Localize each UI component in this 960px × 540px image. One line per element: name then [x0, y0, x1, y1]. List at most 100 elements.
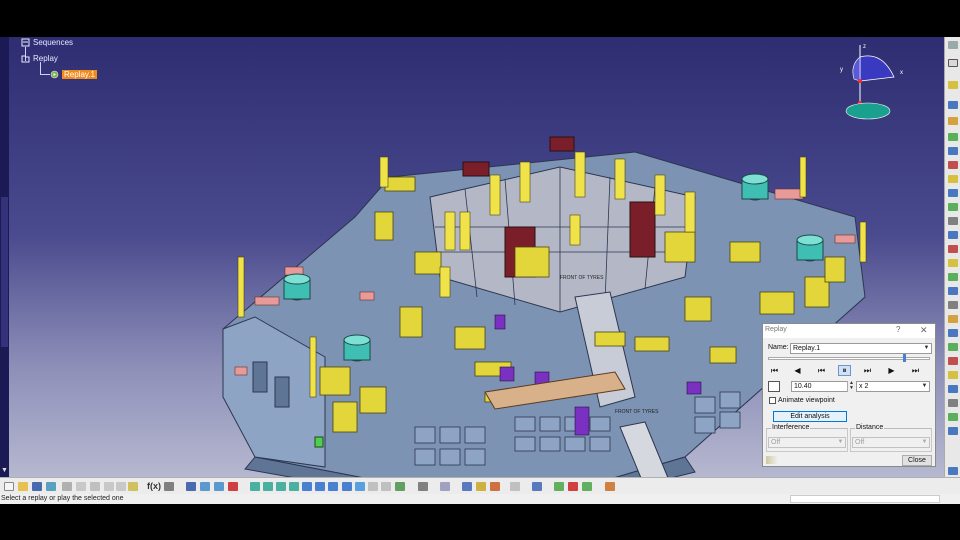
tool-icon[interactable]	[948, 117, 958, 125]
timeline-slider-thumb[interactable]	[903, 354, 906, 362]
scrollbar-thumb[interactable]	[1, 197, 8, 347]
tool-icon[interactable]	[554, 482, 564, 491]
swap-space-icon[interactable]	[381, 482, 391, 491]
tool-icon[interactable]	[395, 482, 405, 491]
open-file-icon[interactable]	[18, 482, 28, 491]
tool-icon[interactable]	[440, 482, 450, 491]
tool-icon[interactable]	[948, 101, 958, 109]
tool-icon[interactable]	[948, 273, 958, 281]
play-backward-button[interactable]: ◀	[791, 365, 804, 376]
grid-icon[interactable]	[186, 482, 196, 491]
tool-icon[interactable]	[510, 482, 520, 491]
tool-icon[interactable]	[948, 175, 958, 183]
tool-icon[interactable]	[568, 482, 578, 491]
undo-icon[interactable]	[104, 482, 114, 491]
tool-icon[interactable]	[418, 482, 428, 491]
loop-mode-icon[interactable]	[768, 381, 780, 392]
redo-icon[interactable]	[116, 482, 126, 491]
tool-icon[interactable]	[948, 301, 958, 309]
tool-icon[interactable]	[532, 482, 542, 491]
tool-icon[interactable]	[948, 287, 958, 295]
step-forward-button[interactable]: ⏭	[861, 365, 874, 376]
speed-select[interactable]: x 2 ▼	[856, 381, 930, 392]
vertical-scrollbar[interactable]: ▼	[0, 37, 9, 477]
play-forward-button[interactable]: ▶	[885, 365, 898, 376]
zoom-out-icon[interactable]	[315, 482, 325, 491]
tool-icon[interactable]	[948, 399, 958, 407]
shading-icon[interactable]	[355, 482, 365, 491]
save-icon[interactable]	[32, 482, 42, 491]
tool-icon[interactable]	[948, 315, 958, 323]
time-input[interactable]: 10.40	[791, 381, 855, 392]
tool-icon[interactable]	[948, 147, 958, 155]
time-spinner[interactable]: ▲ ▼	[847, 381, 855, 392]
paste-icon[interactable]	[90, 482, 100, 491]
tool-icon[interactable]	[948, 427, 958, 435]
step-backward-button[interactable]: ⏮	[815, 365, 828, 376]
help-icon[interactable]: ?	[896, 325, 900, 334]
tool-icon[interactable]	[948, 357, 958, 365]
tool-icon[interactable]	[948, 81, 958, 89]
copy-icon[interactable]	[76, 482, 86, 491]
normal-view-icon[interactable]	[328, 482, 338, 491]
tree-node-sequences[interactable]: Sequences	[21, 38, 73, 47]
tree-node-replay-1[interactable]: Replay.1	[50, 70, 97, 79]
fit-all-icon[interactable]	[263, 482, 273, 491]
tool-icon[interactable]	[582, 482, 592, 491]
tool-icon[interactable]	[948, 161, 958, 169]
interference-select[interactable]: Off ▼	[768, 437, 846, 448]
tool-icon[interactable]	[200, 482, 210, 491]
command-input[interactable]	[790, 495, 940, 503]
tool-icon[interactable]	[948, 259, 958, 267]
tool-icon[interactable]	[490, 482, 500, 491]
scroll-down-icon[interactable]: ▼	[0, 466, 9, 475]
compass-icon[interactable]: x y z	[836, 41, 906, 121]
save-all-icon[interactable]	[46, 482, 56, 491]
replay-name-select[interactable]: Replay.1 ▼	[790, 343, 932, 354]
select-arrow-icon[interactable]	[948, 59, 958, 67]
tool-icon[interactable]	[948, 343, 958, 351]
jump-to-end-button[interactable]: ⏭	[909, 365, 922, 376]
jump-to-start-button[interactable]: ⏮	[768, 365, 781, 376]
tool-icon[interactable]	[948, 217, 958, 225]
pause-button[interactable]: ⏸	[838, 365, 851, 376]
tool-icon[interactable]	[948, 133, 958, 141]
tool-icon[interactable]	[948, 203, 958, 211]
dialog-title-bar[interactable]: Replay ? ✕	[763, 324, 935, 338]
edit-analysis-button[interactable]: Edit analysis	[773, 411, 847, 422]
tool-icon[interactable]	[948, 385, 958, 393]
catia-logo-icon	[948, 467, 958, 475]
dialog-title: Replay	[765, 326, 787, 333]
chevron-down-icon: ▼	[923, 345, 930, 351]
distance-label: Distance	[855, 424, 885, 431]
pan-icon[interactable]	[276, 482, 286, 491]
close-button[interactable]: Close	[902, 455, 932, 466]
tool-icon[interactable]	[948, 371, 958, 379]
tool-icon[interactable]	[228, 482, 238, 491]
new-file-icon[interactable]	[4, 482, 14, 491]
fx-label[interactable]: f(x)	[147, 481, 161, 491]
tool-icon[interactable]	[476, 482, 486, 491]
zoom-in-icon[interactable]	[302, 482, 312, 491]
whats-this-icon[interactable]	[128, 482, 138, 491]
distance-select[interactable]: Off ▼	[852, 437, 930, 448]
toolbar-handle-icon[interactable]	[948, 41, 958, 49]
animate-viewpoint-checkbox[interactable]	[769, 397, 776, 404]
tool-icon[interactable]	[948, 329, 958, 337]
replay-item-icon	[50, 70, 59, 79]
tool-icon[interactable]	[214, 482, 224, 491]
cut-icon[interactable]	[62, 482, 72, 491]
tool-icon[interactable]	[948, 413, 958, 421]
close-icon[interactable]: ✕	[920, 325, 928, 336]
right-toolbar	[944, 37, 960, 477]
tool-icon[interactable]	[948, 245, 958, 253]
knowledge-icon[interactable]	[164, 482, 174, 491]
iso-view-icon[interactable]	[342, 482, 352, 491]
hide-show-icon[interactable]	[368, 482, 378, 491]
tool-icon[interactable]	[462, 482, 472, 491]
tool-icon[interactable]	[605, 482, 615, 491]
fly-mode-icon[interactable]	[250, 482, 260, 491]
tool-icon[interactable]	[948, 189, 958, 197]
tool-icon[interactable]	[948, 231, 958, 239]
rotate-icon[interactable]	[289, 482, 299, 491]
